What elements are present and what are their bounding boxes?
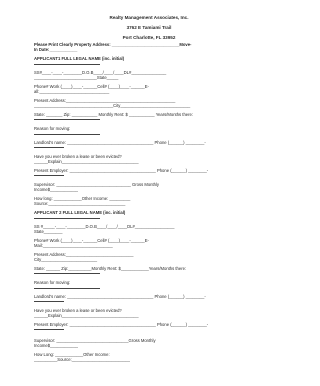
applicant2-reason-field[interactable]: [34, 288, 100, 289]
applicant2-employer-phone-field[interactable]: [34, 329, 64, 330]
company-name: Realty Management Associates, Inc.: [109, 15, 189, 20]
applicant1-state-zip-line: State: _______ Zip: ___________ Monthly …: [34, 112, 194, 117]
applicant2-reason-label: Reason for moving:: [34, 280, 71, 285]
applicant2-email-line: Mail:______________________________: [34, 243, 113, 248]
applicant2-landlord-phone-field[interactable]: [34, 301, 64, 302]
applicant2-state-line: State________: [34, 229, 63, 234]
applicant1-source-line: Source:_________________________________: [34, 201, 126, 206]
applicant2-city-line: City________________________: [34, 257, 98, 262]
company-street: 3762 E Tamiami Trail: [126, 25, 172, 30]
applicant1-explain-line: ______Explain___________________________…: [34, 159, 139, 164]
rental-application-form: Realty Management Associates, Inc. 3762 …: [0, 0, 298, 386]
applicant1-employer-line: Present Employer: ______________________…: [34, 168, 209, 173]
applicant2-name-field[interactable]: [34, 218, 100, 219]
applicant1-reason-label: Reason for moving:: [34, 126, 71, 131]
applicant2-income-line: Income$____________: [34, 343, 79, 348]
applicant2-source-line: __________Source:_______________________…: [34, 357, 130, 362]
applicant2-explain-line: ______Explain___________________________…: [34, 313, 139, 318]
applicant1-heading: APPLICANT1 FULL LEGAL NAME (inc. initial…: [34, 56, 125, 61]
applicant2-heading: APPLICANT 2 FULL LEGAL NAME (inc. initia…: [34, 210, 126, 215]
applicant1-name-field[interactable]: [34, 64, 100, 65]
applicant2-landlord-line: Landlord's name: _______________________…: [34, 294, 206, 299]
applicant1-years-field[interactable]: [34, 119, 100, 120]
move-in-date-line: In Date:____________: [34, 47, 78, 52]
company-city: Port Charlotte, FL 33952: [122, 35, 176, 40]
applicant1-city-line: __________________________________City__…: [34, 103, 191, 108]
applicant2-years-field[interactable]: [34, 273, 100, 274]
applicant1-reason-field[interactable]: [34, 134, 100, 135]
applicant1-employer-phone-field[interactable]: [34, 175, 64, 176]
applicant2-employer-line: Present Employer: ______________________…: [34, 322, 209, 327]
applicant1-income-line: Income$____________: [34, 187, 79, 192]
applicant2-state-zip-line: State: ______ Zip:__________Monthly Rent…: [34, 266, 187, 271]
applicant1-email-line: all:______________________________: [34, 89, 110, 94]
applicant1-landlord-line: Landlord's name: _______________________…: [34, 140, 206, 145]
applicant1-landlord-phone-field[interactable]: [34, 147, 64, 148]
applicant1-state-line: ___________________________State_____: [34, 75, 119, 80]
